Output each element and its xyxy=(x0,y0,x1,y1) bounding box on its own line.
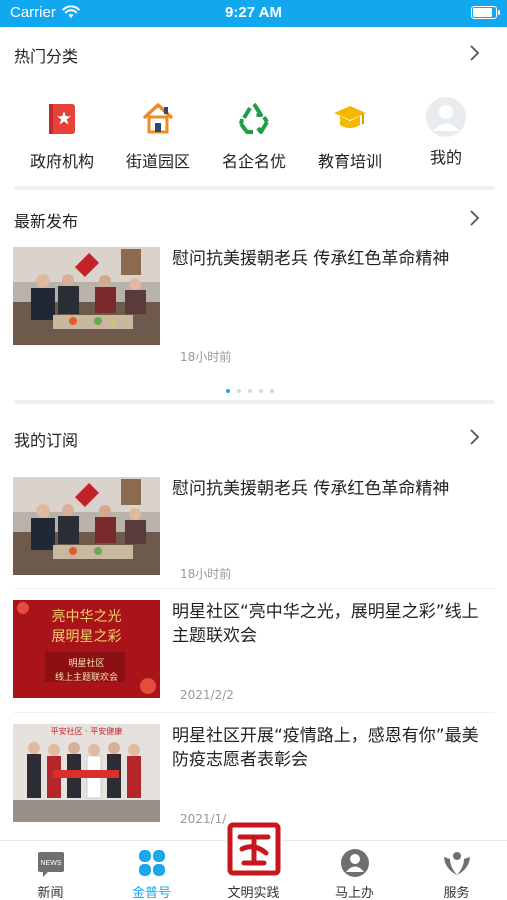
clock: 9:27 AM xyxy=(225,4,282,21)
subscription-article[interactable]: 亮中华之光 展明星之彩 明星社区 线上主题联欢会 明星社区“亮中华之光，展明星之… xyxy=(0,600,507,710)
section-title: 热门分类 xyxy=(14,47,79,66)
section-title: 最新发布 xyxy=(14,212,79,231)
category-education[interactable]: 教育培训 xyxy=(302,100,398,172)
subscriptions-header[interactable]: 我的订阅 xyxy=(0,417,507,457)
person-icon xyxy=(340,849,369,877)
battery-level xyxy=(473,8,492,17)
article-title: 明星社区“亮中华之光，展明星之彩”线上主题联欢会 xyxy=(172,602,479,646)
poster-headline: 亮中华之光 xyxy=(51,609,122,625)
subscription-article[interactable]: 慰问抗美援朝老兵 传承红色革命精神 18小时前 xyxy=(0,477,507,587)
user-avatar-icon xyxy=(426,97,466,137)
article-time: 2021/1/ xyxy=(180,812,227,826)
recycle-icon xyxy=(239,102,269,134)
article-time: 18小时前 xyxy=(180,567,232,581)
poster-subtitle: 线上主题联欢会 xyxy=(54,673,118,683)
list-separator xyxy=(14,588,495,589)
tab-handle-now[interactable]: 马上办 xyxy=(304,841,405,900)
chevron-right-icon[interactable] xyxy=(467,45,483,61)
category-label: 教育培训 xyxy=(317,152,382,171)
list-separator xyxy=(14,712,495,713)
category-label: 政府机构 xyxy=(29,152,94,171)
chevron-right-icon[interactable] xyxy=(467,210,483,226)
category-label: 街道园区 xyxy=(125,152,190,171)
article-time: 18小时前 xyxy=(180,350,232,364)
pager-dot[interactable] xyxy=(270,389,274,393)
service-hands-icon xyxy=(443,852,470,875)
category-label: 我的 xyxy=(429,148,462,167)
category-label: 名企名优 xyxy=(221,152,286,171)
section-title: 我的订阅 xyxy=(14,431,79,450)
veterans-photo xyxy=(13,477,160,575)
chevron-right-icon[interactable] xyxy=(467,429,483,445)
volunteers-scene xyxy=(13,724,160,822)
clover-icon xyxy=(138,850,165,876)
tab-jinpu[interactable]: 金普号 xyxy=(101,841,202,900)
tab-label: 马上办 xyxy=(334,886,374,900)
category-government[interactable]: 政府机构 xyxy=(14,100,110,172)
photo-banner-text: 平安社区 · 平安健康 xyxy=(50,727,123,736)
battery-icon xyxy=(471,6,500,19)
tab-label: 新闻 xyxy=(37,886,64,900)
category-street-park[interactable]: 街道园区 xyxy=(110,100,206,172)
house-icon xyxy=(142,103,174,134)
veterans-photo xyxy=(13,247,160,345)
section-divider xyxy=(14,400,495,404)
category-row: 政府机构 街道园区 名企名优 教育培训 我的 xyxy=(0,97,507,180)
latest-article[interactable]: 慰问抗美援朝老兵 传承红色革命精神 18小时前 xyxy=(0,247,507,367)
gala-poster: 亮中华之光 展明星之彩 明星社区 线上主题联欢会 xyxy=(13,600,160,698)
article-title: 明星社区开展“疫情路上，感恩有你”最美防疫志愿者表彰会 xyxy=(172,726,479,770)
poster-org: 明星社区 xyxy=(68,659,105,669)
article-time: 2021/2/2 xyxy=(180,688,234,702)
pager-dot[interactable] xyxy=(259,389,263,393)
news-badge-text: NEWS xyxy=(40,860,61,867)
category-mine[interactable]: 我的 xyxy=(398,97,494,168)
category-enterprise[interactable]: 名企名优 xyxy=(206,100,302,172)
tab-label: 金普号 xyxy=(131,886,171,900)
tab-civilization[interactable]: 文明实践 xyxy=(203,821,304,900)
graduation-cap-icon xyxy=(334,106,366,128)
tab-label: 文明实践 xyxy=(227,886,280,900)
subscription-article[interactable]: 平安社区 · 平安健康 明星社区开展“疫情路上，感恩有你”最美防疫志愿者表彰会 … xyxy=(0,724,507,834)
civilization-seal-icon xyxy=(225,821,282,877)
news-icon: NEWS xyxy=(37,852,64,877)
latest-header[interactable]: 最新发布 xyxy=(0,198,507,238)
tab-news[interactable]: NEWS 新闻 xyxy=(0,841,101,900)
pager-dot[interactable] xyxy=(237,389,241,393)
article-title: 慰问抗美援朝老兵 传承红色革命精神 xyxy=(172,479,450,499)
section-divider xyxy=(14,186,495,190)
government-flag-icon xyxy=(49,104,75,134)
pager-dot[interactable] xyxy=(248,389,252,393)
tab-bar: NEWS 新闻 金普号 文明实践 马上办 服务 xyxy=(0,821,507,900)
tab-service[interactable]: 服务 xyxy=(406,841,507,900)
hot-categories-header[interactable]: 热门分类 xyxy=(0,33,507,73)
tab-label: 服务 xyxy=(443,886,470,900)
pager-dot[interactable] xyxy=(226,389,230,393)
poster-headline-2: 展明星之彩 xyxy=(51,629,122,645)
volunteers-photo: 平安社区 · 平安健康 xyxy=(13,724,160,822)
status-bar: Carrier 9:27 AM xyxy=(0,0,507,27)
article-title: 慰问抗美援朝老兵 传承红色革命精神 xyxy=(172,249,450,269)
